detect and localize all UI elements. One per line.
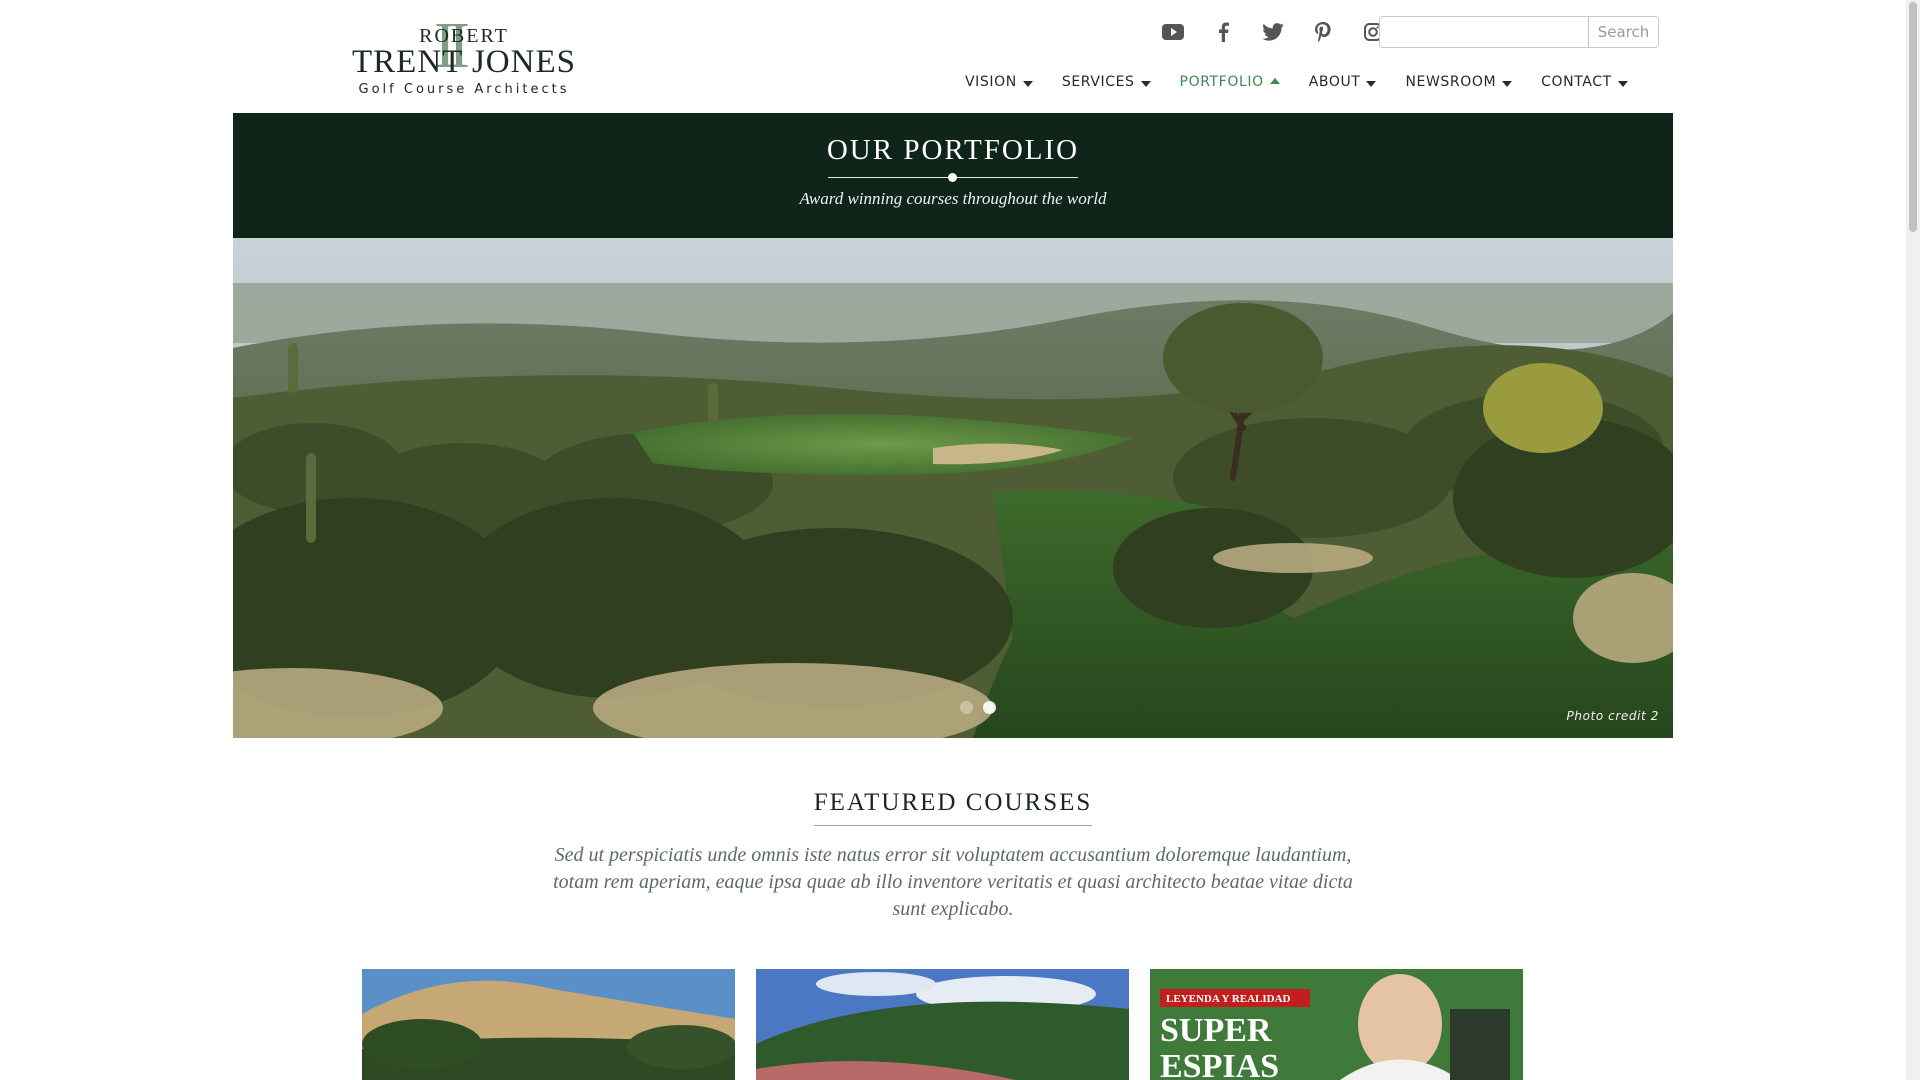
title-divider bbox=[828, 173, 1078, 182]
search-form: Search bbox=[1379, 16, 1659, 48]
chevron-down-icon bbox=[1617, 80, 1628, 87]
card-headline-1: SUPER bbox=[1160, 1012, 1272, 1049]
pinterest-icon[interactable] bbox=[1298, 17, 1348, 47]
hero-image bbox=[233, 238, 1673, 738]
hero-slideshow[interactable]: Photo credit 2 bbox=[233, 238, 1673, 738]
course-card[interactable] bbox=[756, 969, 1129, 1080]
featured-cards: LEYENDA Y REALIDAD SUPER ESPIAS bbox=[362, 969, 1523, 1080]
slide-dot[interactable] bbox=[960, 701, 973, 714]
chevron-down-icon bbox=[1022, 80, 1033, 87]
featured-description: Sed ut perspiciatis unde omnis iste natu… bbox=[553, 844, 1353, 920]
page-scrollbar[interactable] bbox=[1906, 0, 1920, 1080]
nav-item-about[interactable]: ABOUT bbox=[1309, 74, 1377, 90]
site-logo[interactable]: II ROBERT TRENT JONES Golf Course Archit… bbox=[352, 13, 576, 98]
facebook-icon[interactable] bbox=[1198, 17, 1248, 47]
course-card-image: LEYENDA Y REALIDAD SUPER ESPIAS bbox=[1150, 969, 1523, 1080]
nav-item-label: CONTACT bbox=[1541, 74, 1612, 90]
featured-section-heading: FEATURED COURSES bbox=[0, 789, 1906, 826]
chevron-up-icon bbox=[1269, 77, 1280, 84]
chevron-down-icon bbox=[1502, 80, 1513, 87]
scrollbar-thumb[interactable] bbox=[1909, 2, 1917, 232]
card-banner-text: LEYENDA Y REALIDAD bbox=[1166, 993, 1291, 1005]
chevron-down-icon bbox=[1140, 80, 1151, 87]
social-links bbox=[1148, 17, 1398, 47]
search-input[interactable] bbox=[1380, 17, 1588, 47]
course-card-image bbox=[362, 969, 735, 1080]
search-button[interactable]: Search bbox=[1588, 17, 1658, 47]
chevron-down-icon bbox=[1366, 80, 1377, 87]
main-nav: VISION SERVICES PORTFOLIO ABOUT NEWSROOM… bbox=[965, 74, 1628, 90]
nav-item-label: NEWSROOM bbox=[1405, 74, 1497, 90]
course-card[interactable]: LEYENDA Y REALIDAD SUPER ESPIAS bbox=[1150, 969, 1523, 1080]
slide-indicators bbox=[960, 701, 996, 714]
slide-dot-active[interactable] bbox=[983, 701, 996, 714]
nav-item-contact[interactable]: CONTACT bbox=[1541, 74, 1628, 90]
twitter-icon[interactable] bbox=[1248, 17, 1298, 47]
logo-name: TRENT JONES bbox=[352, 44, 576, 80]
course-card[interactable] bbox=[362, 969, 735, 1080]
nav-item-newsroom[interactable]: NEWSROOM bbox=[1405, 74, 1513, 90]
youtube-icon[interactable] bbox=[1148, 17, 1198, 47]
nav-item-label: VISION bbox=[965, 74, 1017, 90]
logo-tagline: Golf Course Architects bbox=[358, 82, 570, 97]
course-card-image bbox=[756, 969, 1129, 1080]
card-headline-2: ESPIAS bbox=[1160, 1048, 1279, 1080]
nav-item-label: PORTFOLIO bbox=[1179, 74, 1264, 90]
nav-item-services[interactable]: SERVICES bbox=[1062, 74, 1151, 90]
page-title: OUR PORTFOLIO bbox=[826, 134, 1080, 166]
nav-item-portfolio[interactable]: PORTFOLIO bbox=[1180, 74, 1280, 90]
portfolio-banner: OUR PORTFOLIO Award winning courses thro… bbox=[233, 113, 1673, 238]
banner-tagline: Award winning courses throughout the wor… bbox=[799, 189, 1107, 208]
nav-item-label: ABOUT bbox=[1308, 74, 1361, 90]
divider-dot bbox=[948, 173, 957, 182]
featured-title: FEATURED COURSES bbox=[813, 789, 1093, 826]
nav-item-vision[interactable]: VISION bbox=[965, 74, 1033, 90]
photo-credit: Photo credit 2 bbox=[1566, 709, 1659, 723]
nav-item-label: SERVICES bbox=[1061, 74, 1135, 90]
